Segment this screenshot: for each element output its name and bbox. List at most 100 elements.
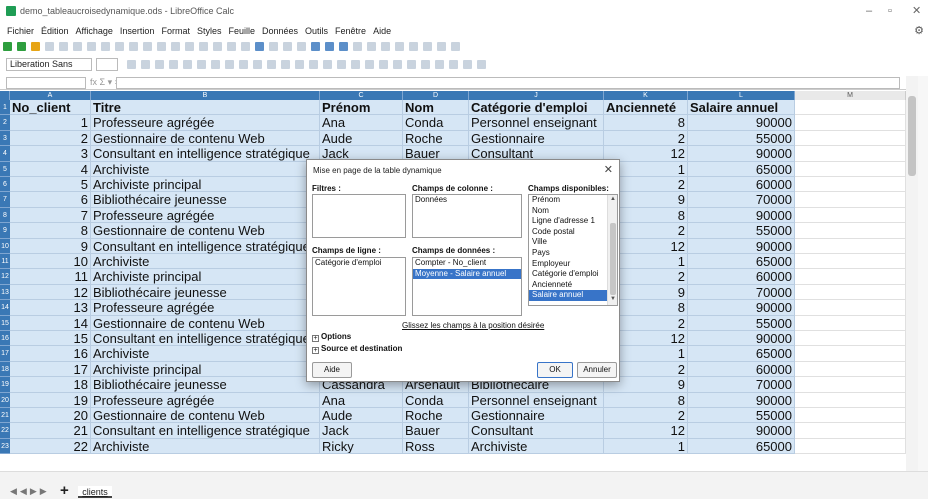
row-header[interactable]: 21 bbox=[0, 408, 10, 424]
open-folder-icon[interactable] bbox=[31, 42, 40, 51]
cell-a[interactable]: 12 bbox=[10, 284, 91, 301]
row-field-item[interactable]: Catégorie d'emploi bbox=[313, 258, 405, 269]
cell-c[interactable]: Ana bbox=[320, 392, 403, 408]
cell-empty[interactable] bbox=[795, 361, 906, 378]
print-icon[interactable] bbox=[73, 42, 82, 51]
column-header-b[interactable]: B bbox=[91, 91, 320, 100]
delete-decimal-icon[interactable] bbox=[393, 60, 402, 69]
cell-l[interactable]: 65000 bbox=[688, 161, 795, 177]
cell-a[interactable]: 21 bbox=[10, 423, 91, 439]
cell-a[interactable]: 2 bbox=[10, 130, 91, 147]
freeze-icon[interactable] bbox=[423, 42, 432, 51]
cut-icon[interactable] bbox=[101, 42, 110, 51]
available-field-item[interactable]: Employeur bbox=[529, 259, 608, 270]
cell-c[interactable]: Jack bbox=[320, 423, 403, 439]
cell-empty[interactable] bbox=[795, 331, 906, 347]
data-field-item-selected[interactable]: Moyenne - Salaire annuel bbox=[413, 268, 521, 279]
print-preview-icon[interactable] bbox=[87, 42, 96, 51]
row-header[interactable]: 14 bbox=[0, 300, 10, 316]
cell-k[interactable]: 8 bbox=[604, 392, 688, 408]
row-header[interactable]: 6 bbox=[0, 177, 10, 193]
align-top-icon[interactable] bbox=[281, 60, 290, 69]
available-field-item[interactable]: Ville bbox=[529, 237, 608, 248]
cell-c[interactable]: Ana bbox=[320, 115, 403, 131]
sort-asc-icon[interactable] bbox=[269, 42, 278, 51]
data-fields-box[interactable]: Compter - No_client Moyenne - Salaire an… bbox=[412, 257, 522, 316]
row-header[interactable]: 2 bbox=[0, 115, 10, 131]
column-field-item[interactable]: Données bbox=[413, 195, 521, 206]
underline-icon[interactable] bbox=[155, 60, 164, 69]
cell-empty[interactable] bbox=[795, 161, 906, 177]
options-expander[interactable]: + Options bbox=[312, 332, 351, 342]
cell-j[interactable]: Consultant bbox=[469, 423, 604, 439]
cell-l[interactable]: 90000 bbox=[688, 207, 795, 224]
row-header[interactable]: 16 bbox=[0, 331, 10, 347]
cell-a[interactable]: 8 bbox=[10, 223, 91, 239]
cell-j[interactable]: Personnel enseignant bbox=[469, 392, 604, 408]
paste-icon[interactable] bbox=[129, 42, 138, 51]
pivot-table-icon[interactable] bbox=[339, 42, 348, 51]
spelling-icon[interactable] bbox=[213, 42, 222, 51]
align-center-icon[interactable] bbox=[211, 60, 220, 69]
available-fields-scroll-thumb[interactable] bbox=[610, 223, 616, 295]
cell-b[interactable]: Bibliothécaire jeunesse bbox=[91, 377, 320, 393]
special-char-icon[interactable] bbox=[353, 42, 362, 51]
cell-c[interactable]: Aude bbox=[320, 408, 403, 424]
cell-b[interactable]: Archiviste bbox=[91, 161, 320, 177]
row-header[interactable]: 19 bbox=[0, 377, 10, 393]
row-header[interactable]: 23 bbox=[0, 438, 10, 455]
cell-l[interactable]: 55000 bbox=[688, 408, 795, 424]
cell-empty[interactable] bbox=[795, 377, 906, 393]
cell-k[interactable]: 12 bbox=[604, 423, 688, 439]
clear-icon[interactable] bbox=[157, 42, 166, 51]
cell-l[interactable]: 60000 bbox=[688, 269, 795, 285]
available-field-item[interactable]: Ligne d'adresse 1 bbox=[529, 216, 608, 227]
align-right-icon[interactable] bbox=[225, 60, 234, 69]
italic-icon[interactable] bbox=[141, 60, 150, 69]
increase-indent-icon[interactable] bbox=[407, 60, 416, 69]
cell-j[interactable]: Archiviste bbox=[469, 438, 604, 455]
column-header-c[interactable]: C bbox=[320, 91, 403, 100]
row-header[interactable]: 1 bbox=[0, 100, 10, 116]
vertical-scroll-thumb[interactable] bbox=[908, 96, 916, 176]
menu-outils[interactable]: Outils bbox=[305, 24, 328, 38]
cell-b[interactable]: Archiviste bbox=[91, 254, 320, 270]
cell-empty[interactable] bbox=[795, 284, 906, 301]
row-header[interactable]: 8 bbox=[0, 207, 10, 224]
cell-l[interactable]: 55000 bbox=[688, 315, 795, 331]
cell-l[interactable]: 90000 bbox=[688, 331, 795, 347]
cell-header[interactable]: Nom bbox=[403, 100, 469, 116]
select-all-corner[interactable] bbox=[0, 91, 10, 100]
cell-a[interactable]: 4 bbox=[10, 161, 91, 177]
check-icon[interactable] bbox=[3, 42, 12, 51]
cell-b[interactable]: Professeure agrégée bbox=[91, 392, 320, 408]
cell-l[interactable]: 55000 bbox=[688, 130, 795, 147]
cell-l[interactable]: 60000 bbox=[688, 177, 795, 193]
conditional-format-icon[interactable] bbox=[477, 60, 486, 69]
cell-empty[interactable] bbox=[795, 423, 906, 439]
align-left-icon[interactable] bbox=[197, 60, 206, 69]
ok-button[interactable]: OK bbox=[537, 362, 573, 378]
row-header[interactable]: 7 bbox=[0, 192, 10, 208]
column-header-d[interactable]: D bbox=[403, 91, 469, 100]
cell-empty[interactable] bbox=[795, 192, 906, 208]
available-field-item[interactable]: Nom bbox=[529, 206, 608, 217]
decrease-indent-icon[interactable] bbox=[421, 60, 430, 69]
save-icon[interactable] bbox=[45, 42, 54, 51]
justify-icon[interactable] bbox=[239, 60, 248, 69]
source-destination-expander[interactable]: + Source et destination bbox=[312, 344, 402, 354]
menu-insertion[interactable]: Insertion bbox=[120, 24, 155, 38]
border-style-icon[interactable] bbox=[449, 60, 458, 69]
cell-empty[interactable] bbox=[795, 269, 906, 285]
cell-b[interactable]: Archiviste principal bbox=[91, 361, 320, 378]
available-field-item[interactable]: Pays bbox=[529, 248, 608, 259]
date-format-icon[interactable] bbox=[365, 60, 374, 69]
cell-l[interactable]: 55000 bbox=[688, 223, 795, 239]
cell-empty[interactable] bbox=[795, 146, 906, 162]
horizontal-scrollbar[interactable] bbox=[0, 472, 906, 484]
cell-a[interactable]: 6 bbox=[10, 192, 91, 208]
cell-b[interactable]: Consultant en intelligence stratégique bbox=[91, 331, 320, 347]
column-icon[interactable] bbox=[241, 42, 250, 51]
cell-d[interactable]: Roche bbox=[403, 408, 469, 424]
cell-b[interactable]: Bibliothécaire jeunesse bbox=[91, 284, 320, 301]
